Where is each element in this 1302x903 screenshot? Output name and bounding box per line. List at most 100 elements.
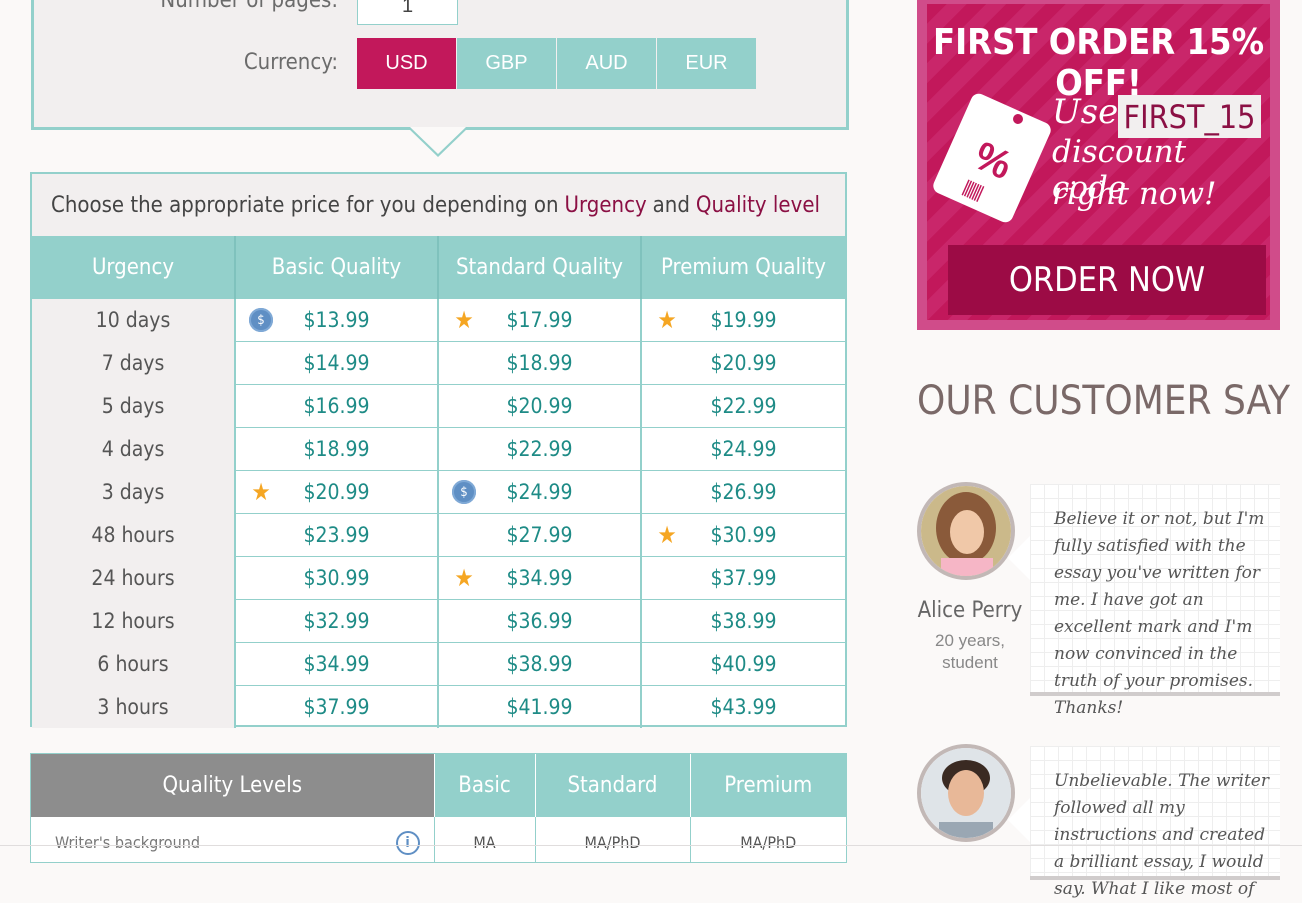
price-value: $16.99 <box>303 394 370 418</box>
price-cell[interactable]: $ $24.99 <box>437 470 641 514</box>
heading-prefix: Choose the appropriate price for you dep… <box>51 192 559 218</box>
writer-background-label: Writer's background <box>55 833 200 852</box>
price-value: $41.99 <box>506 695 573 719</box>
price-cell[interactable]: $16.99 <box>234 384 438 428</box>
currency-aud-button[interactable]: AUD <box>557 38 656 89</box>
table-row: 7 days $14.99 $18.99 $20.99 <box>32 341 845 385</box>
standard-value: MA/PhD <box>534 817 690 862</box>
price-cell[interactable]: $37.99 <box>640 556 845 600</box>
price-cell[interactable]: $22.99 <box>640 384 845 428</box>
urgency-cell: 3 days <box>32 470 235 514</box>
price-cell[interactable]: ★ $34.99 <box>437 556 641 600</box>
promo-line3: right now! <box>1052 176 1217 212</box>
price-cell[interactable]: $36.99 <box>437 599 641 643</box>
pointer-arrow-inner <box>410 127 466 154</box>
price-value: $22.99 <box>710 394 777 418</box>
avatar <box>917 744 1015 842</box>
price-value: $13.99 <box>303 308 370 332</box>
price-value: $27.99 <box>506 523 573 547</box>
testimonial-quote-box: Unbelievable. The writer followed all my… <box>1008 746 1280 899</box>
price-table: Choose the appropriate price for you dep… <box>30 172 847 728</box>
quality-levels-table: Quality Levels Basic Standard Premium Wr… <box>30 753 847 863</box>
price-cell[interactable]: $14.99 <box>234 341 438 385</box>
table-row: 12 hours $32.99 $36.99 $38.99 <box>32 599 845 643</box>
price-cell[interactable]: $43.99 <box>640 685 845 728</box>
quote-pointer <box>1008 798 1030 842</box>
price-cell[interactable]: $38.99 <box>640 599 845 643</box>
currency-gbp-button[interactable]: GBP <box>457 38 556 89</box>
star-icon: ★ <box>657 521 677 549</box>
price-cell[interactable]: $34.99 <box>234 642 438 686</box>
price-value: $23.99 <box>303 523 370 547</box>
price-value: $37.99 <box>710 566 777 590</box>
heading-and: and <box>652 192 690 218</box>
column-header-urgency: Urgency <box>32 236 235 299</box>
price-cell[interactable]: $32.99 <box>234 599 438 643</box>
price-cell[interactable]: $38.99 <box>437 642 641 686</box>
price-table-heading: Choose the appropriate price for you dep… <box>32 174 845 236</box>
price-cell[interactable]: $23.99 <box>234 513 438 557</box>
price-value: $20.99 <box>506 394 573 418</box>
urgency-cell: 48 hours <box>32 513 235 557</box>
price-value: $38.99 <box>710 609 777 633</box>
price-value: $17.99 <box>506 308 573 332</box>
urgency-cell: 12 hours <box>32 599 235 643</box>
price-value: $30.99 <box>303 566 370 590</box>
currency-usd-button[interactable]: USD <box>357 38 456 89</box>
price-cell[interactable]: $41.99 <box>437 685 641 728</box>
urgency-cell: 4 days <box>32 427 235 471</box>
avatar-woman-icon <box>921 486 1011 576</box>
price-value: $24.99 <box>506 480 573 504</box>
quote-pointer <box>1008 536 1030 580</box>
price-cell[interactable]: $22.99 <box>437 427 641 471</box>
premium-header: Premium <box>689 754 846 817</box>
price-value: $32.99 <box>303 609 370 633</box>
price-cell[interactable]: $20.99 <box>437 384 641 428</box>
price-value: $22.99 <box>506 437 573 461</box>
testimonial-text: Believe it or not, but I'm fully satisfi… <box>1054 509 1265 718</box>
info-icon[interactable]: i <box>395 831 420 855</box>
quality-grid: Quality Levels Basic Standard Premium Wr… <box>31 754 846 862</box>
price-value: $37.99 <box>303 695 370 719</box>
price-cell[interactable]: ★ $17.99 <box>437 298 641 342</box>
pages-input[interactable]: 1 <box>357 0 458 25</box>
heading-urgency: Urgency <box>564 192 647 218</box>
price-value: $20.99 <box>303 480 370 504</box>
price-cell[interactable]: $30.99 <box>234 556 438 600</box>
heading-quality: Quality level <box>695 192 820 218</box>
price-cell[interactable]: $18.99 <box>437 341 641 385</box>
price-cell[interactable]: ★ $30.99 <box>640 513 845 557</box>
price-cell[interactable]: $24.99 <box>640 427 845 471</box>
price-cell[interactable]: $37.99 <box>234 685 438 728</box>
writer-background-cell: Writer's background i <box>31 817 434 862</box>
pages-label: Number of pages: <box>160 0 338 13</box>
column-header-premium: Premium Quality <box>640 236 845 299</box>
order-now-button[interactable]: ORDER NOW <box>948 245 1266 315</box>
price-cell[interactable]: $40.99 <box>640 642 845 686</box>
price-cell[interactable]: $27.99 <box>437 513 641 557</box>
price-cell[interactable]: $26.99 <box>640 470 845 514</box>
basic-header: Basic <box>433 754 535 817</box>
table-row: 3 hours $37.99 $41.99 $43.99 <box>32 685 845 728</box>
price-value: $20.99 <box>710 351 777 375</box>
price-cell[interactable]: $18.99 <box>234 427 438 471</box>
price-value: $30.99 <box>710 523 777 547</box>
currency-label: Currency: <box>243 50 338 75</box>
price-grid: Urgency Basic Quality Standard Quality P… <box>32 236 845 728</box>
tag-hole <box>1013 114 1023 124</box>
urgency-cell: 3 hours <box>32 685 235 728</box>
price-value: $18.99 <box>506 351 573 375</box>
price-cell[interactable]: ★ $20.99 <box>234 470 438 514</box>
avatar <box>917 482 1015 580</box>
price-value: $18.99 <box>303 437 370 461</box>
price-cell[interactable]: ★ $19.99 <box>640 298 845 342</box>
price-cell[interactable]: $ $13.99 <box>234 298 438 342</box>
testimonial-text: Unbelievable. The writer followed all my… <box>1054 771 1269 899</box>
quality-levels-header: Quality Levels <box>31 754 434 817</box>
price-value: $19.99 <box>710 308 777 332</box>
table-row: Writer's background i MA MA/PhD MA/PhD <box>31 817 846 862</box>
price-value: $38.99 <box>506 652 573 676</box>
price-cell[interactable]: $20.99 <box>640 341 845 385</box>
coin-icon: $ <box>248 307 274 333</box>
currency-eur-button[interactable]: EUR <box>657 38 756 89</box>
